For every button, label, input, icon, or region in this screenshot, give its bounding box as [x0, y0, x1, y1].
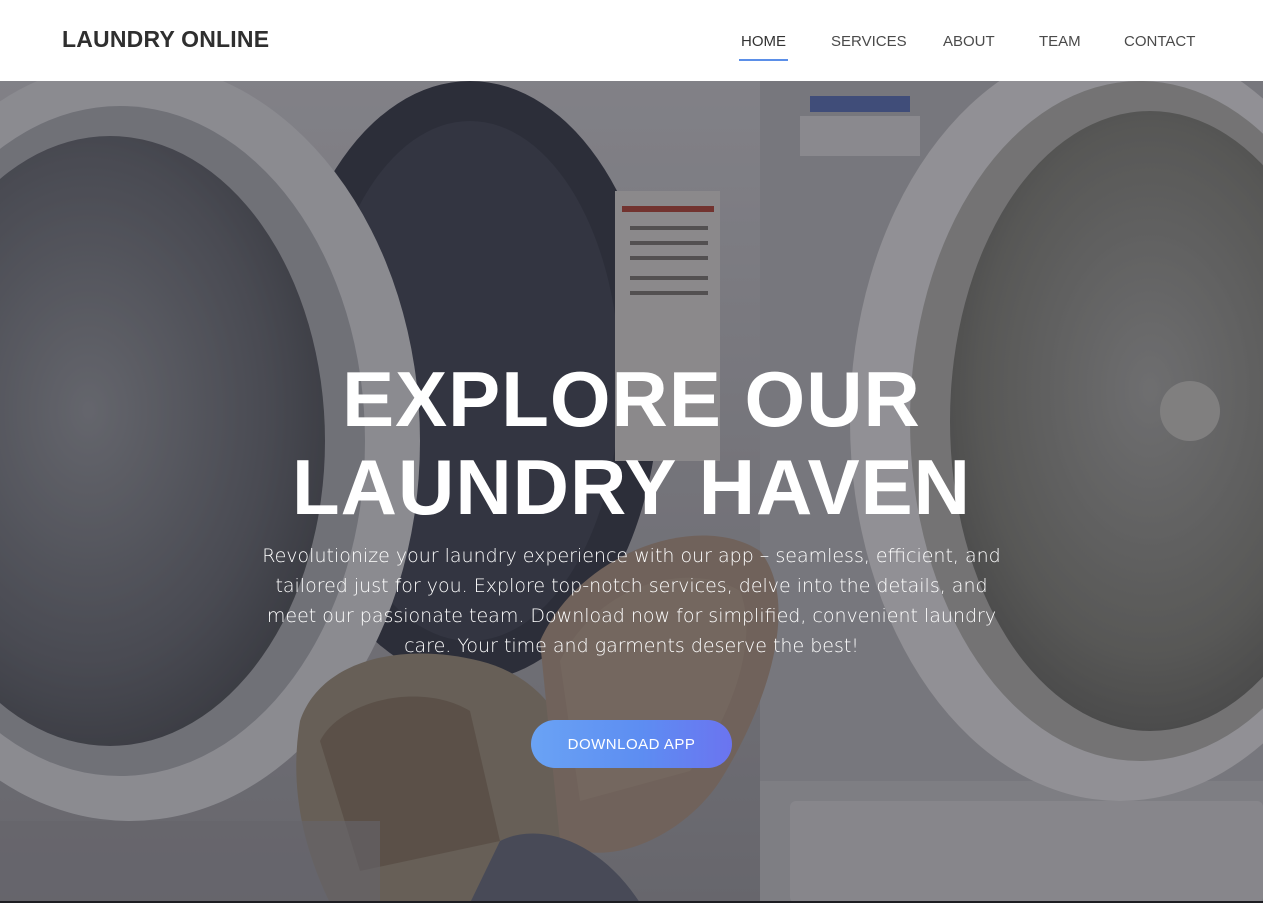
nav-home[interactable]: HOME	[739, 33, 788, 61]
hero-title-line-1: EXPLORE OUR	[342, 355, 921, 443]
nav-contact[interactable]: CONTACT	[1124, 33, 1195, 50]
nav-home-label: HOME	[741, 33, 786, 50]
nav-team-label: TEAM	[1039, 33, 1081, 50]
hero-title: EXPLORE OUR LAUNDRY HAVEN	[0, 355, 1263, 531]
nav-active-underline	[739, 59, 788, 61]
nav-about-label: ABOUT	[943, 33, 995, 50]
hero-description: Revolutionize your laundry experience wi…	[262, 545, 1001, 657]
nav-menu: HOME SERVICES ABOUT TEAM CONTACT	[0, 33, 1263, 63]
nav-services-label: SERVICES	[831, 33, 907, 50]
hero-title-line-2: LAUNDRY HAVEN	[292, 443, 971, 531]
hero-section: EXPLORE OUR LAUNDRY HAVEN Revolutionize …	[0, 81, 1263, 903]
navbar: LAUNDRY ONLINE HOME SERVICES ABOUT TEAM …	[0, 0, 1263, 81]
nav-contact-label: CONTACT	[1124, 33, 1196, 50]
nav-services[interactable]: SERVICES	[831, 33, 907, 50]
nav-about[interactable]: ABOUT	[943, 33, 995, 50]
nav-team[interactable]: TEAM	[1039, 33, 1081, 50]
download-app-button[interactable]: DOWNLOAD APP	[531, 720, 732, 768]
